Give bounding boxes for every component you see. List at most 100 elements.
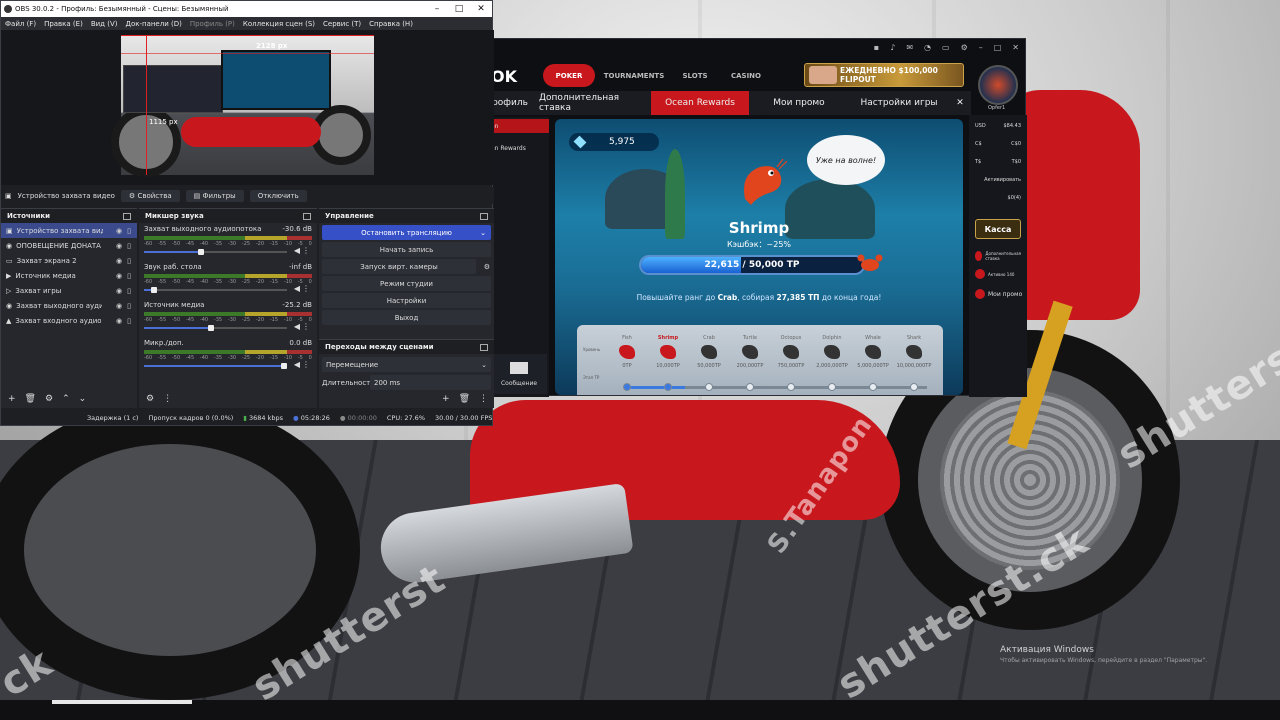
- add-source-icon[interactable]: +: [8, 394, 16, 404]
- channel-menu-icon[interactable]: ⋮: [302, 322, 310, 331]
- source-item[interactable]: ▷ Захват игры ◉ ▯: [1, 283, 137, 298]
- transition-menu-icon[interactable]: ⋮: [479, 394, 488, 404]
- maximize-icon[interactable]: □: [448, 4, 470, 14]
- fader-knob[interactable]: [198, 249, 205, 255]
- lock-icon[interactable]: ▯: [127, 257, 131, 265]
- volume-fader[interactable]: ◀ ⋮: [144, 322, 312, 331]
- studio-mode-button[interactable]: Режим студии: [322, 276, 491, 291]
- remove-source-icon[interactable]: 🗑: [25, 394, 36, 404]
- gear-icon[interactable]: ⚙: [484, 263, 490, 271]
- lock-icon[interactable]: ▯: [127, 317, 131, 325]
- taskbar-app-button[interactable]: [52, 700, 192, 704]
- move-up-icon[interactable]: ⌃: [62, 394, 70, 404]
- nav-tab-poker[interactable]: POKER: [543, 64, 595, 87]
- channel-menu-icon[interactable]: ⋮: [302, 360, 310, 369]
- speaker-icon[interactable]: ◀: [294, 246, 300, 255]
- avatar[interactable]: [978, 65, 1018, 105]
- source-item[interactable]: ▣Устройство захвата видео◉▯: [1, 223, 137, 238]
- fader-knob[interactable]: [208, 325, 215, 331]
- virtual-camera-button[interactable]: Запуск вирт. камеры ⚙: [322, 259, 490, 274]
- source-item[interactable]: ▶ Источник медиа ◉ ▯: [1, 268, 137, 283]
- chevron-down-icon[interactable]: ⌄: [480, 229, 486, 237]
- promo-item-sidebet[interactable]: Дополнительная ставка: [975, 249, 1023, 263]
- screen-icon[interactable]: ▭: [942, 43, 950, 52]
- fader-knob[interactable]: [281, 363, 287, 369]
- transition-select[interactable]: Перемещение ⌄: [322, 357, 491, 372]
- menu-item[interactable]: Коллекция сцен (S): [243, 20, 315, 28]
- mixer-menu-icon[interactable]: ⋮: [163, 394, 172, 404]
- maximize-icon[interactable]: □: [994, 43, 1002, 52]
- sound-icon[interactable]: ♪: [890, 43, 895, 52]
- source-item[interactable]: ▲Захват входного аудиопото◉▯: [1, 313, 137, 328]
- tab-game-settings[interactable]: Настройки игры: [849, 91, 949, 115]
- source-item[interactable]: ▭ Захват экрана 2 ◉ ▯: [1, 253, 137, 268]
- gear-icon[interactable]: ⚙: [961, 43, 968, 52]
- speaker-icon[interactable]: ◀: [294, 322, 300, 331]
- start-record-button[interactable]: Начать запись: [322, 242, 491, 257]
- eye-icon[interactable]: ◉: [116, 317, 122, 325]
- lock-icon[interactable]: ▯: [127, 287, 131, 295]
- lock-icon[interactable]: ▯: [127, 242, 131, 250]
- menu-item[interactable]: Правка (E): [44, 20, 83, 28]
- move-down-icon[interactable]: ⌄: [79, 394, 87, 404]
- eye-icon[interactable]: ◉: [116, 257, 122, 265]
- speaker-icon[interactable]: ◀: [294, 284, 300, 293]
- menu-item[interactable]: Профиль (P): [190, 20, 235, 28]
- source-item[interactable]: ◉ ОПОВЕЩЕНИЕ ДОНАТА ◉ ▯: [1, 238, 137, 253]
- promo-item-my-promos[interactable]: Мои промо: [975, 287, 1023, 301]
- subtabs-close-icon[interactable]: ✕: [949, 91, 971, 115]
- close-icon[interactable]: ✕: [470, 4, 492, 14]
- duration-input[interactable]: 200 ms: [370, 375, 491, 390]
- fader-knob[interactable]: [151, 287, 158, 293]
- nav-tab-slots[interactable]: SLOTS: [675, 64, 715, 87]
- minimize-icon[interactable]: –: [979, 43, 983, 52]
- filters-button[interactable]: ▤ Фильтры: [185, 189, 244, 202]
- minimize-icon[interactable]: –: [426, 4, 448, 14]
- undock-icon[interactable]: [123, 212, 131, 220]
- mail-icon[interactable]: ✉: [906, 43, 913, 52]
- menu-item[interactable]: Док-панели (D): [125, 20, 181, 28]
- undock-icon[interactable]: [480, 212, 488, 220]
- undock-icon[interactable]: [480, 343, 488, 351]
- close-icon[interactable]: ✕: [1012, 43, 1019, 52]
- tab-side-bet[interactable]: Дополнительная ставка: [539, 91, 651, 115]
- menu-item[interactable]: Сервис (T): [323, 20, 361, 28]
- stop-stream-button[interactable]: Остановить трансляцию ⌄: [322, 225, 491, 240]
- menu-item[interactable]: Вид (V): [91, 20, 118, 28]
- eye-icon[interactable]: ◉: [116, 227, 122, 235]
- chat-icon[interactable]: ▪: [874, 43, 879, 52]
- eye-icon[interactable]: ◉: [116, 242, 122, 250]
- nav-tab-casino[interactable]: CASINO: [723, 64, 769, 87]
- settings-button[interactable]: Настройки: [322, 293, 491, 308]
- eye-icon[interactable]: ◉: [116, 287, 122, 295]
- undock-icon[interactable]: [303, 212, 311, 220]
- deactivate-button[interactable]: Отключить: [249, 189, 307, 202]
- eye-icon[interactable]: ◉: [116, 272, 122, 280]
- eye-icon[interactable]: ◉: [116, 302, 122, 310]
- speaker-icon[interactable]: ◀: [294, 360, 300, 369]
- lock-icon[interactable]: ▯: [127, 272, 131, 280]
- volume-fader[interactable]: ◀ ⋮: [144, 284, 312, 293]
- tab-my-promos[interactable]: Мои промо: [749, 91, 849, 115]
- lock-icon[interactable]: ▯: [127, 227, 131, 235]
- channel-menu-icon[interactable]: ⋮: [302, 246, 310, 255]
- nav-tab-tournaments[interactable]: TOURNAMENTS: [601, 64, 667, 87]
- volume-fader[interactable]: ◀ ⋮: [144, 360, 312, 369]
- remove-transition-icon[interactable]: 🗑: [459, 394, 470, 404]
- volume-fader[interactable]: ◀ ⋮: [144, 246, 312, 255]
- properties-button[interactable]: ⚙ Свойства: [120, 189, 180, 202]
- advanced-audio-icon[interactable]: ⚙: [146, 394, 154, 404]
- promo-item-active[interactable]: Активно 140: [975, 267, 1023, 281]
- source-item[interactable]: ◉Захват выходного аудиопо◉▯: [1, 298, 137, 313]
- tab-ocean-rewards[interactable]: Ocean Rewards: [651, 91, 749, 115]
- cashier-button[interactable]: Касса: [975, 219, 1021, 239]
- source-settings-icon[interactable]: ⚙: [45, 394, 53, 404]
- message-button[interactable]: Сообщение: [491, 354, 547, 394]
- menu-item[interactable]: Файл (F): [5, 20, 36, 28]
- add-transition-icon[interactable]: +: [442, 394, 450, 404]
- promo-banner[interactable]: ЕЖЕДНЕВНО $100,000 FLIPOUT: [804, 63, 964, 87]
- menu-item[interactable]: Справка (H): [369, 20, 413, 28]
- lock-icon[interactable]: ▯: [127, 302, 131, 310]
- scene-preview[interactable]: 2128 px 1115 px: [1, 30, 494, 185]
- channel-menu-icon[interactable]: ⋮: [302, 284, 310, 293]
